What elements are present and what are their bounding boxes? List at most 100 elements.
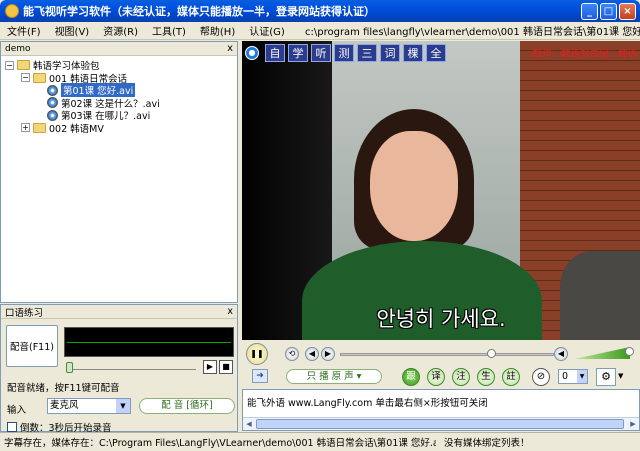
tree-node-folder1[interactable]: − 001 韩语日常会话	[5, 72, 233, 85]
maximize-button[interactable]: □	[600, 2, 617, 20]
tab-mode-word[interactable]: 词	[380, 44, 400, 62]
title-bar: 能飞视听学习软件（未经认证，媒体只能播放一半，登录网站获得认证） _ □ ×	[0, 0, 640, 22]
seek-knob[interactable]	[487, 349, 497, 358]
input-device-value: 麦克风	[50, 400, 79, 411]
minimize-button[interactable]: _	[581, 2, 598, 20]
info-panel: 能飞外语 www.LangFly.com 单击最右侧×形按钮可关闭 ◀ ▶	[242, 389, 640, 431]
arrow-right-icon[interactable]: ➜	[252, 369, 268, 383]
chevron-down-icon[interactable]: ▼	[116, 399, 130, 413]
scrollbar-thumb[interactable]	[256, 419, 624, 429]
scroll-left-icon[interactable]: ◀	[243, 418, 255, 430]
play-pause-button[interactable]: ❚❚	[246, 343, 268, 365]
repeat-count-select[interactable]: 0 ▼	[558, 369, 588, 384]
volume-knob[interactable]	[625, 347, 634, 356]
tree-header-title: demo	[5, 43, 31, 54]
chevron-down-icon[interactable]: ▼	[618, 372, 623, 380]
tree-node-lesson[interactable]: 第03课 在哪儿？.avi	[5, 109, 233, 122]
menu-view[interactable]: 视图(V)	[48, 23, 97, 38]
stop-icon[interactable]: ⊘	[532, 368, 550, 386]
dub-status: 配音就绪，按F11键可配音	[7, 383, 120, 394]
recording-slider[interactable]	[66, 362, 196, 373]
study-mode-tabs: ● 自 学 听 测 三 词 棵 全	[242, 43, 449, 63]
waveform-line	[67, 342, 231, 343]
menu-tools[interactable]: 工具(T)	[145, 23, 193, 38]
tab-mode-test[interactable]: 测	[334, 44, 354, 62]
collapse-toggle-icon[interactable]: −	[21, 73, 30, 83]
tree-node-label: 002 韩语MV	[49, 123, 104, 135]
input-device-select[interactable]: 麦克风 ▼	[47, 398, 131, 414]
follow-button[interactable]: 跟	[402, 368, 420, 386]
menu-certify[interactable]: 认证(G)	[242, 23, 292, 38]
speaking-practice-panel: 口语练习 x 配音(F11) ▶ ■ 配音就绪，按F11键可配音 输入 麦克风 …	[0, 304, 238, 434]
translate-button[interactable]: 译	[427, 368, 445, 386]
tree-node-lesson[interactable]: 第02课 这是什么？.avi	[5, 97, 233, 110]
seek-bar[interactable]	[340, 349, 554, 358]
menu-resources[interactable]: 资源(R)	[96, 23, 145, 38]
recording-slider-thumb[interactable]	[66, 362, 73, 373]
menu-file[interactable]: 文件(F)	[0, 23, 48, 38]
waveform-display	[64, 327, 234, 357]
player-controls: ❚❚ ⟲ ◀ ▶ ◀ ➜ 只 播 原 声 ▾ 跟 译 注 生 註 ⊘ 0 ▼ ⚙…	[242, 340, 640, 388]
next-icon[interactable]: ▶	[321, 347, 335, 361]
volume-slider[interactable]	[574, 345, 634, 359]
speaker-icon[interactable]: ◀	[554, 347, 568, 361]
menu-bar: 文件(F) 视图(V) 资源(R) 工具(T) 帮助(H) 认证(G) c:\p…	[0, 22, 640, 40]
menu-help[interactable]: 帮助(H)	[193, 23, 242, 38]
repeat-count-value: 0	[562, 371, 569, 382]
previous-icon[interactable]: ◀	[305, 347, 319, 361]
repeat-icon[interactable]: ⟲	[285, 347, 299, 361]
video-subtitle: 안녕히 가세요.	[376, 307, 506, 331]
status-binding: 没有媒体绑定列表！	[444, 438, 530, 449]
tree-node-lesson[interactable]: 第01课 您好.avi	[5, 83, 233, 98]
tab-mode-self[interactable]: 自	[265, 44, 285, 62]
tab-mode-lesson[interactable]: 棵	[403, 44, 423, 62]
countdown-checkbox[interactable]	[7, 422, 17, 432]
tree-node-folder2[interactable]: + 002 韩语MV	[5, 122, 233, 135]
info-message: 能飞外语 www.LangFly.com 单击最右侧×形按钮可关闭	[247, 398, 488, 409]
new-word-button[interactable]: 生	[477, 368, 495, 386]
package-icon	[17, 60, 30, 71]
speak-header-title: 口语练习	[5, 307, 44, 319]
horizontal-scrollbar[interactable]: ◀ ▶	[243, 417, 639, 430]
credit-text: 制作：韩语对白网：韩语	[532, 49, 637, 60]
collapse-toggle-icon[interactable]: −	[5, 60, 14, 70]
video-player[interactable]: ● 自 学 听 测 三 词 棵 全 制作：韩语对白网：韩语 안녕히 가세요.	[242, 41, 640, 340]
current-path: c:\program files\langfly\vlearner\demo\0…	[305, 27, 640, 38]
controls-row2: ➜ 只 播 原 声 ▾ 跟 译 注 生 註 ⊘ 0 ▼ ⚙ ▼	[242, 368, 640, 386]
status-bar: 字幕存在，媒体存在：C:\Program Files\LangFly\VLear…	[0, 432, 640, 451]
tab-mode-all[interactable]: 全	[426, 44, 446, 62]
input-label: 输入	[7, 405, 27, 416]
resource-tree-panel: demo x − 韩语学习体验包 − 001 韩语日常会话 第01课 您好.av…	[0, 41, 238, 303]
video-disc-icon	[47, 109, 58, 121]
note-button[interactable]: 注	[452, 368, 470, 386]
tab-mode-listen[interactable]: 听	[311, 44, 331, 62]
status-media-path: 字幕存在，媒体存在：C:\Program Files\LangFly\VLear…	[4, 438, 436, 449]
folder-icon	[33, 122, 46, 133]
close-button[interactable]: ×	[619, 2, 636, 20]
window-title: 能飞视听学习软件（未经认证，媒体只能播放一半，登录网站获得认证）	[23, 5, 375, 18]
tree-close-icon[interactable]: x	[227, 43, 233, 54]
scroll-right-icon[interactable]: ▶	[627, 418, 639, 430]
chevron-down-icon[interactable]: ▼	[577, 370, 587, 383]
dub-mode-button[interactable]: 配 音 [循环]	[139, 398, 235, 414]
expand-toggle-icon[interactable]: +	[21, 123, 30, 133]
dub-button[interactable]: 配音(F11)	[6, 325, 58, 367]
play-recording-icon[interactable]: ▶	[203, 360, 217, 374]
video-disc-icon	[47, 97, 58, 109]
tree-node-root[interactable]: − 韩语学习体验包	[5, 59, 233, 72]
mode-toggle-icon[interactable]: ●	[245, 46, 259, 60]
tab-mode-three[interactable]: 三	[357, 44, 377, 62]
volume-ramp	[574, 347, 630, 359]
stop-recording-icon[interactable]: ■	[219, 360, 233, 374]
annotation-button[interactable]: 註	[502, 368, 520, 386]
tab-mode-learn[interactable]: 学	[288, 44, 308, 62]
folder-icon	[33, 72, 46, 83]
speak-close-icon[interactable]: x	[227, 306, 233, 317]
app-icon	[5, 4, 19, 18]
video-person-face	[370, 131, 458, 241]
speak-header: 口语练习 x	[1, 305, 237, 319]
audio-mode-button[interactable]: 只 播 原 声 ▾	[286, 369, 382, 384]
gear-icon[interactable]: ⚙	[596, 368, 616, 386]
video-disc-icon	[47, 84, 58, 96]
tree-header: demo x	[1, 42, 237, 56]
